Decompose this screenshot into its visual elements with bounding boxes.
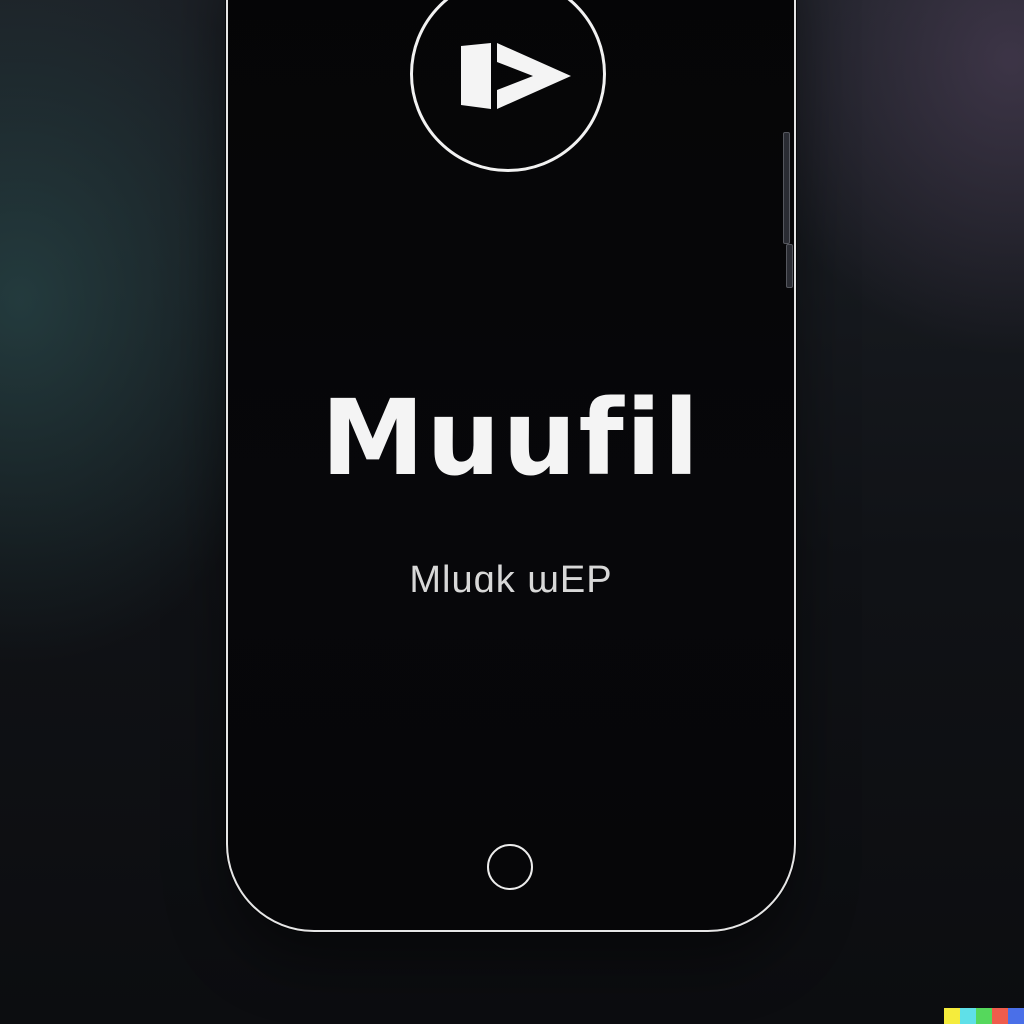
color-swatch bbox=[944, 1008, 960, 1024]
side-button[interactable] bbox=[783, 132, 790, 244]
home-button-icon[interactable] bbox=[487, 844, 533, 890]
color-swatch bbox=[976, 1008, 992, 1024]
play-icon bbox=[461, 43, 571, 109]
color-strip bbox=[944, 1008, 1024, 1024]
app-title: Muufil bbox=[320, 377, 702, 499]
app-subtitle: Mluɑk ɯEP bbox=[409, 559, 613, 601]
color-swatch bbox=[1008, 1008, 1024, 1024]
color-swatch bbox=[992, 1008, 1008, 1024]
side-button[interactable] bbox=[786, 244, 793, 288]
color-swatch bbox=[960, 1008, 976, 1024]
